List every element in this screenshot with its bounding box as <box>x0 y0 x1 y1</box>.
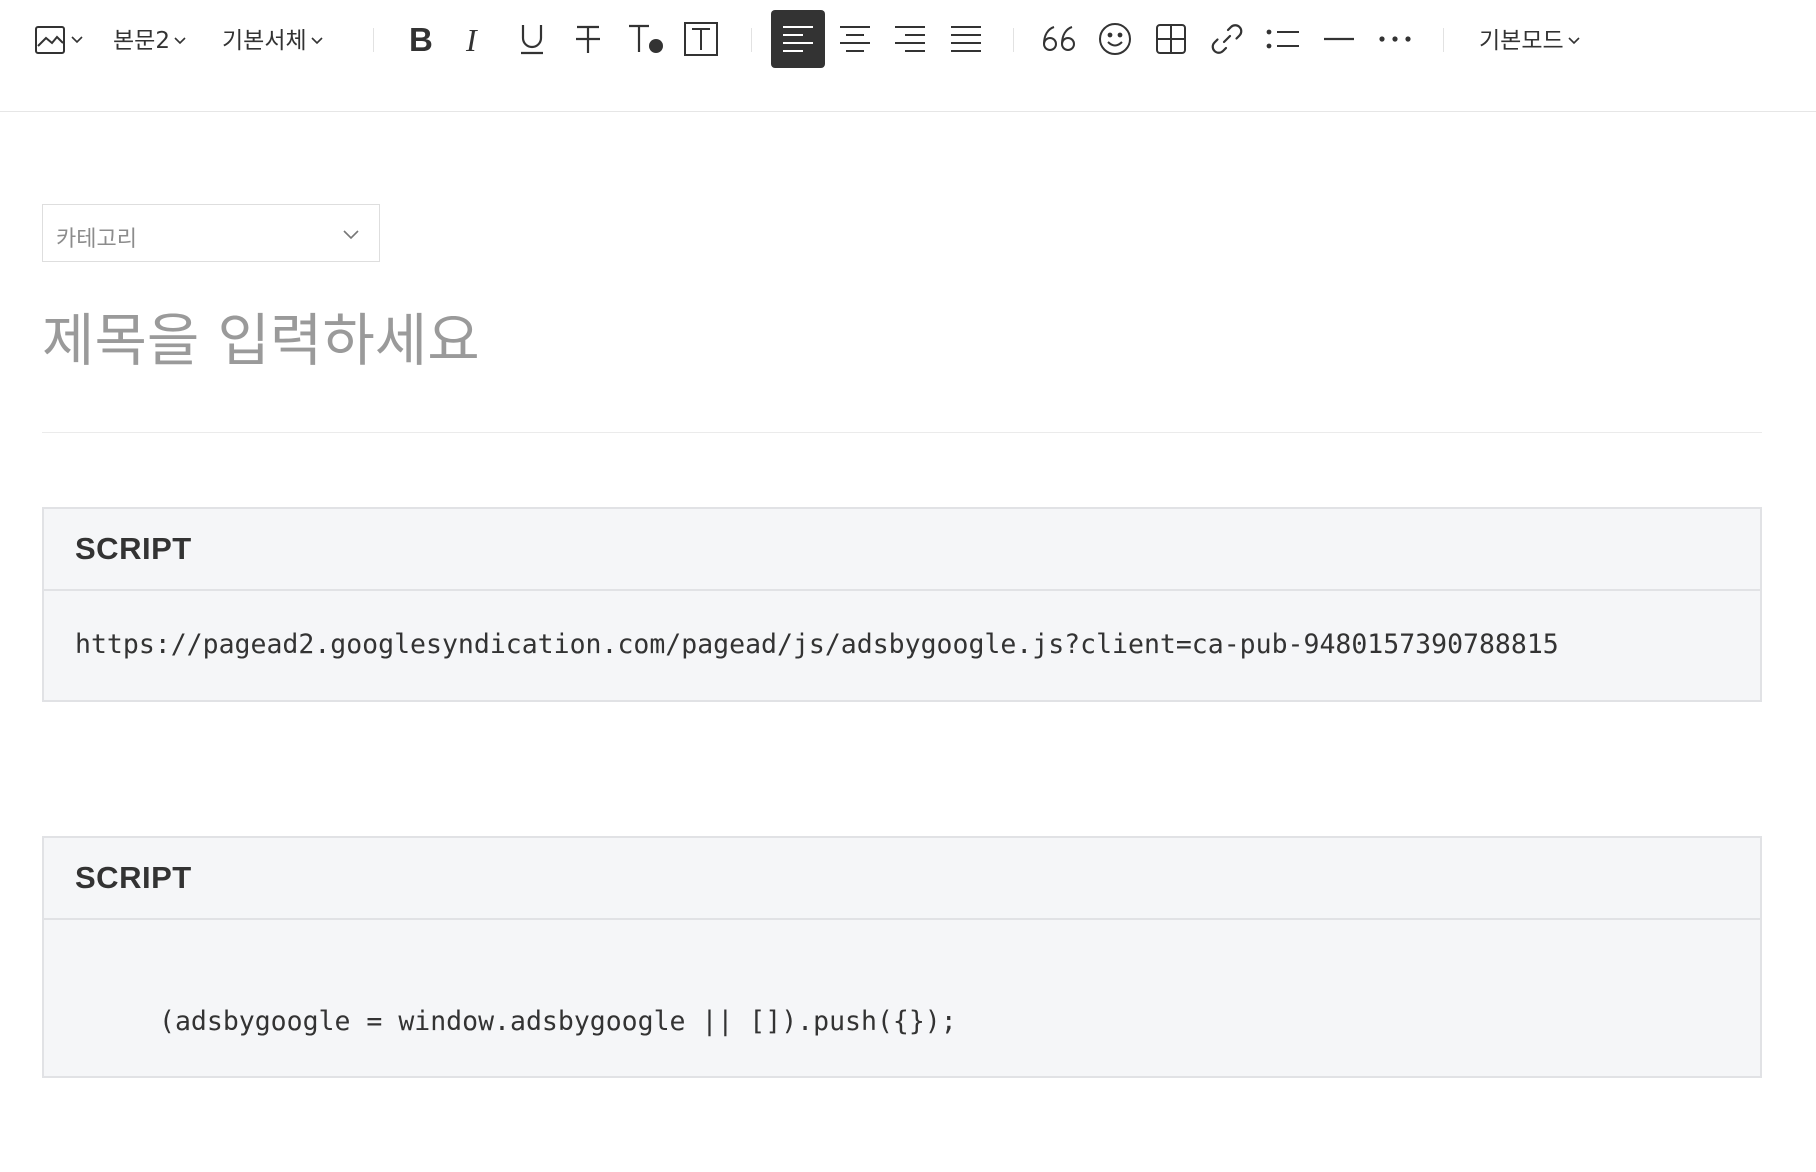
script-code-block[interactable]: SCRIPT https://pagead2.googlesyndication… <box>42 507 1762 702</box>
table-button[interactable] <box>1150 18 1192 60</box>
strikethrough-button[interactable] <box>567 18 609 60</box>
italic-icon: I <box>462 23 488 55</box>
chevron-down-icon <box>1564 25 1580 51</box>
toolbar-divider <box>1013 28 1014 52</box>
align-justify-button[interactable] <box>939 10 993 68</box>
script-code-block[interactable]: SCRIPT (adsbygoogle = window.adsbygoogle… <box>42 836 1762 1078</box>
quote-button[interactable] <box>1037 18 1081 60</box>
table-icon <box>1155 23 1187 55</box>
category-select[interactable]: 카테고리 <box>42 204 380 262</box>
chevron-down-icon <box>170 25 186 51</box>
more-icon <box>1379 36 1411 42</box>
list-button[interactable] <box>1262 18 1304 60</box>
align-justify-icon <box>950 24 982 54</box>
more-button[interactable] <box>1374 18 1416 60</box>
list-icon <box>1266 27 1300 51</box>
underline-button[interactable] <box>511 18 553 60</box>
title-input[interactable]: 제목을 입력하세요 <box>42 300 1762 382</box>
italic-button[interactable]: I <box>454 18 496 60</box>
chevron-down-icon <box>343 227 359 245</box>
code-block-content[interactable]: https://pagead2.googlesyndication.com/pa… <box>75 629 1559 660</box>
code-block-content[interactable]: (adsbygoogle = window.adsbygoogle || [])… <box>159 1006 957 1037</box>
toolbar-divider <box>751 28 752 52</box>
strikethrough-icon <box>574 23 602 55</box>
align-center-icon <box>839 24 871 54</box>
svg-text:I: I <box>465 23 478 55</box>
align-left-button[interactable] <box>771 10 825 68</box>
toolbar-divider <box>373 28 374 52</box>
image-icon <box>34 24 66 56</box>
chevron-down-icon <box>70 36 83 44</box>
code-block-header: SCRIPT <box>44 838 1760 920</box>
category-placeholder: 카테고리 <box>56 227 137 252</box>
paragraph-style-dropdown[interactable]: 본문2 <box>113 22 186 54</box>
font-family-label: 기본서체 <box>222 28 307 54</box>
horizontal-rule-button[interactable] <box>1318 18 1360 60</box>
bold-button[interactable]: B <box>400 18 442 60</box>
title-divider <box>42 432 1762 433</box>
code-block-header: SCRIPT <box>44 509 1760 591</box>
emoji-button[interactable] <box>1094 18 1136 60</box>
emoji-icon <box>1098 22 1132 56</box>
link-button[interactable] <box>1206 18 1248 60</box>
text-background-button[interactable] <box>680 18 722 60</box>
divider-icon <box>1323 37 1355 41</box>
link-icon <box>1210 22 1244 56</box>
align-right-icon <box>894 24 926 54</box>
text-color-icon <box>627 22 663 56</box>
font-family-dropdown[interactable]: 기본서체 <box>222 22 323 54</box>
align-left-icon <box>782 24 814 54</box>
editor-mode-dropdown[interactable]: 기본모드 <box>1479 22 1580 54</box>
paragraph-style-label: 본문2 <box>113 28 170 54</box>
svg-text:B: B <box>409 23 433 55</box>
editor-mode-label: 기본모드 <box>1479 28 1564 54</box>
text-color-button[interactable] <box>623 18 667 60</box>
toolbar-divider <box>1443 28 1444 52</box>
align-right-button[interactable] <box>883 10 937 68</box>
quote-icon <box>1042 25 1076 53</box>
bold-icon: B <box>406 23 436 55</box>
image-insert-button[interactable] <box>30 20 86 60</box>
text-background-icon <box>683 21 719 57</box>
underline-icon <box>518 22 546 56</box>
editor-toolbar: 본문2 기본서체 B I 기본모드 <box>0 0 1816 112</box>
chevron-down-icon <box>307 25 323 51</box>
align-center-button[interactable] <box>828 10 882 68</box>
